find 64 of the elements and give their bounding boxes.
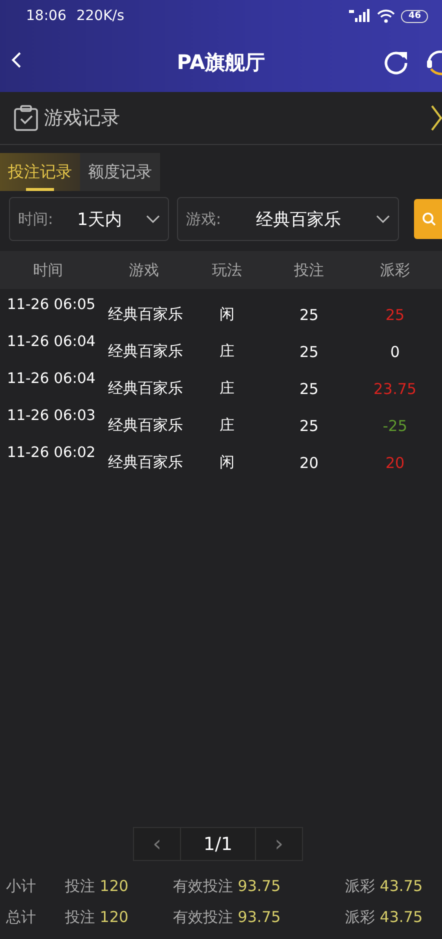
page-indicator: 1/1 [181,827,255,861]
total-value: 93.75 [238,877,281,895]
total-value: 43.75 [380,877,423,895]
dropdown[interactable]: 时间: 1天内 [9,197,169,241]
column-header: 玩法 [211,260,243,280]
table-cell-text: 25 [298,417,320,437]
network-speed: 220K/s [76,8,124,24]
total-value: 43.75 [380,908,423,926]
table-cell-text: 经典百家乐 [107,416,184,436]
section-title: 游戏记录 [44,106,120,131]
total-value: 120 [100,908,128,926]
total-label: 派彩 [345,908,375,926]
table-cell-text: 庄 [218,379,236,399]
table-cell-text: 经典百家乐 [107,379,184,399]
table-cell-text: 闲 [218,305,236,325]
total-label: 小计 [6,877,37,896]
table-cell-text: 11-26 06:04 [6,333,97,352]
wifi-icon [377,9,396,23]
page-title: PA旗舰厅 [176,48,266,76]
next-page-button[interactable]: › [255,827,303,861]
status-time: 18:06 [26,8,66,24]
table-cell-text: 11-26 06:05 [6,296,97,315]
table-cell-text: 庄 [218,342,236,362]
table-cell-text: 20 [384,454,406,474]
table-cell-text: 庄 [218,416,236,436]
table-cell-text: 25 [298,380,320,400]
column-header: 时间 [32,260,64,280]
total-label: 总计 [6,908,37,927]
chevron-down-icon [376,215,390,223]
battery-level: 46 [401,10,428,22]
total-label: 投注 [65,877,95,895]
total-value: 120 [100,877,128,895]
table-cell-text: 闲 [218,453,236,473]
search-icon [422,212,436,226]
table-cell-text: -25 [382,417,408,437]
tab[interactable]: 额度记录 [80,153,160,191]
table-cell-text: 25 [384,306,406,326]
table-cell-text: 0 [389,343,401,363]
total-label: 投注 [65,908,95,926]
total-label: 有效投注 [173,877,233,895]
table-cell-text: 25 [298,343,320,363]
column-header: 投注 [293,260,325,280]
table-cell-text: 经典百家乐 [107,453,184,473]
chevron-down-icon [146,215,160,223]
table-cell-text: 11-26 06:04 [6,370,97,389]
refresh-icon[interactable] [383,49,409,75]
total-label: 派彩 [345,877,375,895]
signal-icon [349,9,372,23]
table-cell-text: 23.75 [372,380,418,400]
total-value: 93.75 [238,908,281,926]
column-header: 游戏 [128,260,160,280]
table-cell-text: 20 [298,454,320,474]
table-cell-text: 11-26 06:02 [6,444,97,463]
column-header: 派彩 [379,260,411,280]
table-cell-text: 25 [298,306,320,326]
table-cell-text: 11-26 06:03 [6,407,97,426]
table-cell-text: 经典百家乐 [107,305,184,325]
chevron-right-icon[interactable] [430,105,442,131]
total-label: 有效投注 [173,908,233,926]
previous-page-button[interactable]: ‹ [133,827,181,861]
dropdown[interactable]: 游戏: 经典百家乐 [177,197,399,241]
table-cell-text: 经典百家乐 [107,342,184,362]
tab[interactable]: 投注记录 [0,153,80,191]
clipboard-check-icon [14,105,38,131]
